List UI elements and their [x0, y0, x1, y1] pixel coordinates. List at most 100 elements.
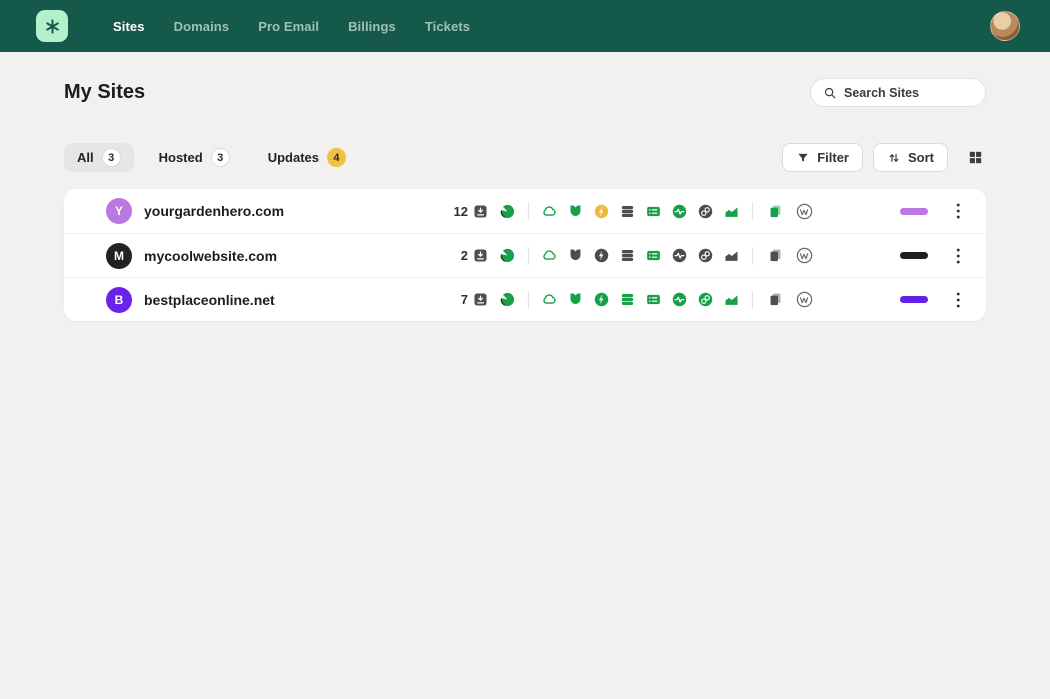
cdn-cloud-icon[interactable] [541, 247, 558, 264]
copy-pages-icon[interactable] [767, 291, 784, 308]
search-icon [823, 86, 837, 100]
updates-count[interactable]: 12 [440, 203, 489, 220]
server-icon[interactable] [645, 247, 662, 264]
top-navbar: Sites Domains Pro Email Billings Tickets [0, 0, 1050, 52]
row-menu-button[interactable] [950, 288, 966, 312]
updates-tray-icon [472, 291, 489, 308]
performance-bolt-icon[interactable] [593, 291, 610, 308]
tab-updates-label: Updates [268, 150, 319, 165]
kebab-icon [956, 202, 961, 220]
staging-link-icon[interactable] [697, 203, 714, 220]
tab-hosted-count-badge: 3 [211, 148, 230, 167]
usage-bar [900, 252, 928, 259]
search-input[interactable] [844, 86, 973, 100]
kebab-icon [956, 247, 961, 265]
site-row: Y yourgardenhero.com 12 [64, 189, 986, 233]
grid-view-button[interactable] [964, 147, 986, 169]
tab-all-label: All [77, 150, 94, 165]
staging-link-icon[interactable] [697, 291, 714, 308]
page-title: My Sites [64, 81, 145, 104]
search-box[interactable] [810, 78, 986, 107]
funnel-icon [796, 151, 810, 165]
server-icon[interactable] [645, 203, 662, 220]
brand-logo[interactable] [36, 10, 68, 42]
security-shield-icon[interactable] [567, 291, 584, 308]
site-domain-link[interactable]: bestplaceonline.net [144, 292, 440, 308]
cdn-cloud-icon[interactable] [541, 291, 558, 308]
analytics-chart-icon[interactable] [723, 203, 740, 220]
site-avatar: Y [106, 198, 132, 224]
row-menu-button[interactable] [950, 244, 966, 268]
wordpress-icon[interactable] [795, 246, 814, 265]
status-icons [541, 247, 740, 264]
divider [528, 291, 529, 309]
staging-link-icon[interactable] [697, 247, 714, 264]
cdn-cloud-icon[interactable] [541, 203, 558, 220]
performance-bolt-icon[interactable] [593, 247, 610, 264]
uptime-pulse-icon[interactable] [671, 247, 688, 264]
sort-button[interactable]: Sort [873, 143, 948, 172]
analytics-chart-icon[interactable] [723, 291, 740, 308]
divider [752, 247, 753, 265]
usage-pie-icon[interactable] [499, 203, 516, 220]
status-icons [541, 291, 740, 308]
updates-tray-icon [472, 247, 489, 264]
grid-view-icon [967, 149, 984, 166]
security-shield-icon[interactable] [567, 203, 584, 220]
tab-updates[interactable]: Updates 4 [255, 143, 359, 172]
nav-item-billings[interactable]: Billings [348, 19, 396, 34]
site-avatar: B [106, 287, 132, 313]
main-content: My Sites All 3 Hosted 3 Updates 4 Fil [0, 78, 1050, 321]
usage-pie-icon[interactable] [499, 291, 516, 308]
performance-bolt-icon[interactable] [593, 203, 610, 220]
usage-pie-icon[interactable] [499, 247, 516, 264]
filter-tabs: All 3 Hosted 3 Updates 4 [64, 143, 359, 172]
updates-number: 7 [440, 292, 468, 307]
nav-item-tickets[interactable]: Tickets [425, 19, 470, 34]
analytics-chart-icon[interactable] [723, 247, 740, 264]
filter-button[interactable]: Filter [782, 143, 863, 172]
uptime-pulse-icon[interactable] [671, 291, 688, 308]
uptime-pulse-icon[interactable] [671, 203, 688, 220]
database-icon[interactable] [619, 203, 636, 220]
user-avatar[interactable] [990, 11, 1020, 41]
copy-pages-icon[interactable] [767, 203, 784, 220]
security-shield-icon[interactable] [567, 247, 584, 264]
server-icon[interactable] [645, 291, 662, 308]
site-row: M mycoolwebsite.com 2 [64, 233, 986, 277]
divider [752, 202, 753, 220]
site-row: B bestplaceonline.net 7 [64, 277, 986, 321]
sort-button-label: Sort [908, 150, 934, 165]
toolbar: All 3 Hosted 3 Updates 4 Filter Sort [64, 143, 986, 172]
divider [528, 247, 529, 265]
divider [528, 202, 529, 220]
kebab-icon [956, 291, 961, 309]
tab-updates-count-badge: 4 [327, 148, 346, 167]
tab-hosted[interactable]: Hosted 3 [146, 143, 243, 172]
tab-all[interactable]: All 3 [64, 143, 134, 172]
database-icon[interactable] [619, 247, 636, 264]
tab-hosted-label: Hosted [159, 150, 203, 165]
tab-all-count-badge: 3 [102, 148, 121, 167]
site-domain-link[interactable]: yourgardenhero.com [144, 203, 440, 219]
database-icon[interactable] [619, 291, 636, 308]
updates-count[interactable]: 7 [440, 291, 489, 308]
updates-number: 2 [440, 248, 468, 263]
site-domain-link[interactable]: mycoolwebsite.com [144, 248, 440, 264]
sites-list-card: Y yourgardenhero.com 12 [64, 189, 986, 321]
copy-pages-icon[interactable] [767, 247, 784, 264]
wordpress-icon[interactable] [795, 202, 814, 221]
row-menu-button[interactable] [950, 199, 966, 223]
updates-number: 12 [440, 204, 468, 219]
nav-item-sites[interactable]: Sites [113, 19, 145, 34]
wordpress-icon[interactable] [795, 290, 814, 309]
nav-item-pro-email[interactable]: Pro Email [258, 19, 319, 34]
updates-count[interactable]: 2 [440, 247, 489, 264]
toolbar-actions: Filter Sort [782, 143, 986, 172]
main-nav: Sites Domains Pro Email Billings Tickets [113, 19, 470, 34]
divider [752, 291, 753, 309]
usage-bar [900, 208, 928, 215]
asterisk-icon [43, 17, 62, 36]
filter-button-label: Filter [817, 150, 849, 165]
nav-item-domains[interactable]: Domains [174, 19, 230, 34]
